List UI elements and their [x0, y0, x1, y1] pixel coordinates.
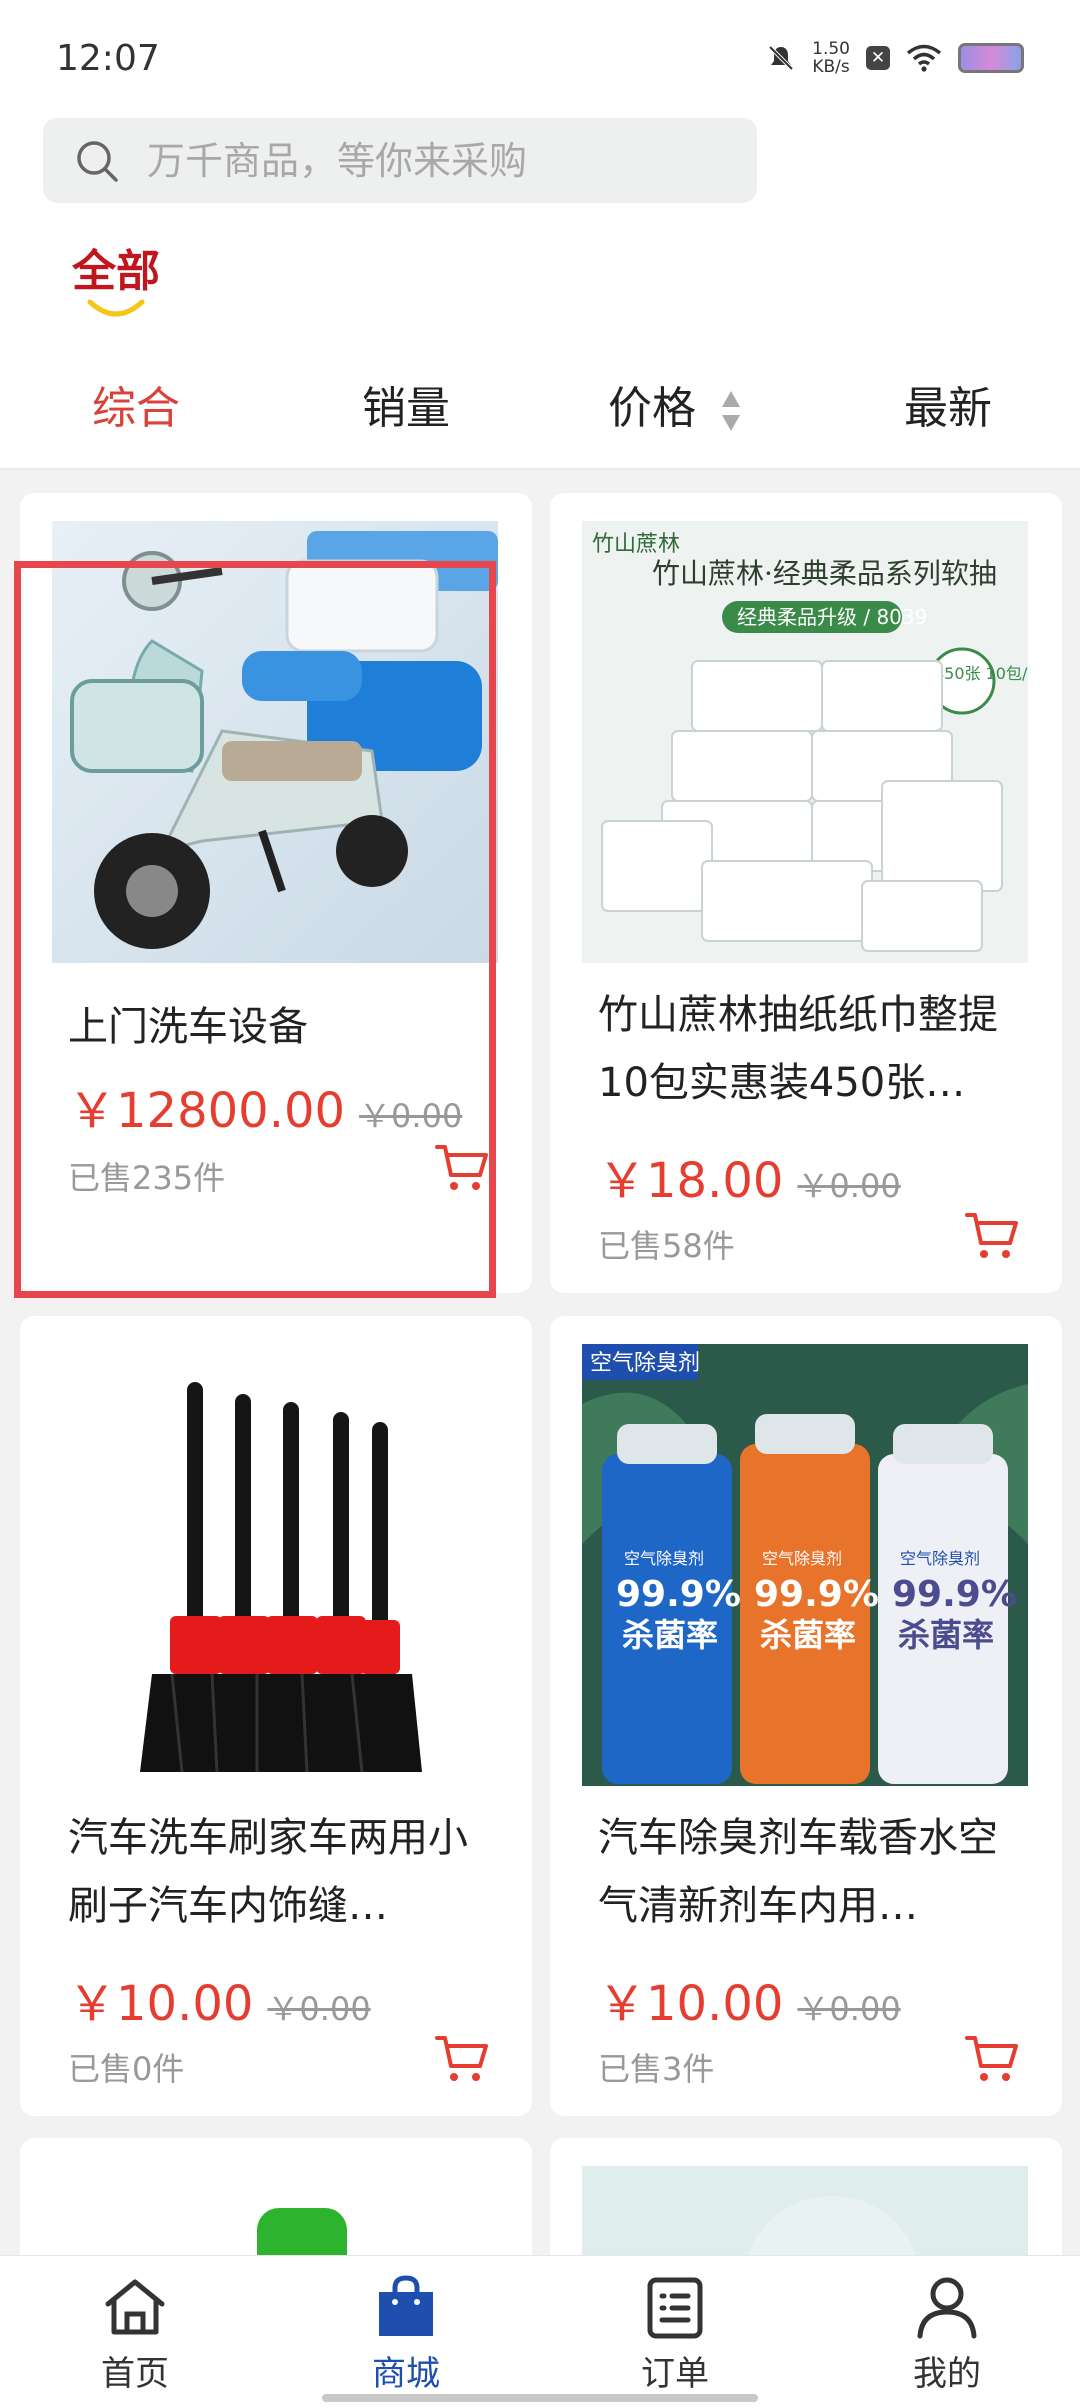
home-icon [105, 2279, 165, 2335]
nav-home-label: 首页 [101, 2354, 169, 2394]
sold-count: 已售3件 [598, 2050, 715, 2088]
highlight-box [14, 561, 496, 1298]
speed-value: 1.50 [812, 39, 850, 59]
speed-unit: KB/s [812, 57, 850, 77]
product-image [52, 1344, 498, 1786]
home-indicator[interactable] [322, 2394, 758, 2402]
sold-count: 已售0件 [68, 2050, 185, 2088]
category-underline [87, 299, 145, 317]
add-to-cart-icon[interactable] [434, 2032, 490, 2084]
original-price: ￥0.00 [797, 1990, 901, 2028]
product-title: 汽车除臭剂车载香水空气清新剂车内用… [598, 1815, 998, 1929]
sold-count: 已售58件 [598, 1227, 735, 1265]
nav-mall[interactable]: 商城 [336, 2274, 476, 2395]
price-row: ￥10.00 ￥0.00 [68, 1964, 371, 2034]
product-price: ￥18.00 [598, 1153, 784, 1209]
search-bar[interactable] [43, 118, 757, 203]
original-price: ￥0.00 [797, 1167, 901, 1205]
can-sub-text: 杀菌率 [898, 1616, 994, 1654]
add-to-cart-icon[interactable] [964, 1209, 1020, 1261]
can-label: 空气除臭剂 [900, 1549, 980, 1568]
product-title: 竹山蔗林抽纸纸巾整提10包实惠装450张… [598, 992, 998, 1106]
search-input[interactable] [147, 138, 707, 183]
product-price: ￥10.00 [598, 1976, 784, 2032]
sort-tab-newest[interactable]: 最新 [904, 372, 992, 436]
can-big-text: 99.9% [754, 1574, 879, 1615]
divider [0, 468, 1080, 470]
nav-profile-label: 我的 [913, 2354, 981, 2394]
can-sub-text: 杀菌率 [760, 1616, 856, 1654]
nav-home[interactable]: 首页 [65, 2274, 205, 2395]
category-tab-all[interactable]: 全部 [72, 235, 160, 299]
product-image: 竹山蔗林 竹山蔗林·经典柔品系列软抽 经典柔品升级 / 8039 450张 10… [582, 521, 1028, 963]
network-speed: 1.50 KB/s [812, 40, 850, 76]
can-label: 空气除臭剂 [762, 1549, 842, 1568]
status-time: 12:07 [56, 38, 160, 79]
product-image: 空气除臭剂 空气除臭剂 99.9% 杀菌率 空气除臭剂 99.9% 杀菌率 空气… [582, 1344, 1028, 1786]
image-brand-text: 竹山蔗林 [592, 532, 680, 557]
product-title: 汽车洗车刷家车两用小刷子汽车内饰缝… [68, 1815, 468, 1929]
image-badge-text: 经典柔品升级 / 8039 [737, 605, 927, 629]
sort-tab-sales[interactable]: 销量 [362, 372, 450, 436]
can-label: 空气除臭剂 [624, 1549, 704, 1568]
sort-arrows-icon [722, 391, 740, 431]
status-bar: 12:07 1.50 KB/s ✕ [0, 0, 1080, 110]
battery-icon [958, 43, 1024, 73]
can-big-text: 99.9% [892, 1574, 1017, 1615]
original-price: ￥0.00 [267, 1990, 371, 2028]
product-card[interactable]: 汽车洗车刷家车两用小刷子汽车内饰缝… ￥10.00 ￥0.00 已售0件 [20, 1316, 532, 2116]
sort-bar: 综合 销量 价格 最新 [0, 372, 1080, 452]
image-count-text: 450张 10包/提 [934, 664, 1028, 683]
sort-tab-price[interactable]: 价格 [608, 372, 742, 436]
status-icons: 1.50 KB/s ✕ [766, 40, 1024, 76]
notification-x-icon: ✕ [866, 46, 890, 70]
wifi-icon [906, 44, 942, 72]
nav-mall-label: 商城 [372, 2354, 440, 2394]
sort-tab-price-label: 价格 [608, 383, 696, 434]
image-tag-text: 空气除臭剂 [590, 1351, 700, 1376]
sort-tab-comprehensive[interactable]: 综合 [92, 372, 180, 436]
nav-profile[interactable]: 我的 [877, 2274, 1017, 2395]
mute-icon [768, 45, 794, 71]
shopping-bag-icon [379, 2275, 433, 2336]
image-headline-text: 竹山蔗林·经典柔品系列软抽 [652, 557, 997, 590]
price-row: ￥18.00 ￥0.00 [598, 1141, 901, 1211]
product-price: ￥10.00 [68, 1976, 254, 2032]
nav-orders[interactable]: 订单 [605, 2274, 745, 2395]
user-icon [917, 2277, 977, 2339]
nav-orders-label: 订单 [641, 2354, 709, 2394]
product-card[interactable]: 竹山蔗林 竹山蔗林·经典柔品系列软抽 经典柔品升级 / 8039 450张 10… [550, 493, 1062, 1293]
add-to-cart-icon[interactable] [964, 2032, 1020, 2084]
search-icon [77, 140, 118, 182]
can-sub-text: 杀菌率 [622, 1616, 718, 1654]
order-icon [647, 2277, 703, 2339]
bottom-nav: 首页 商城 订单 我的 [0, 2255, 1080, 2408]
price-row: ￥10.00 ￥0.00 [598, 1964, 901, 2034]
product-card[interactable]: 空气除臭剂 空气除臭剂 99.9% 杀菌率 空气除臭剂 99.9% 杀菌率 空气… [550, 1316, 1062, 2116]
can-big-text: 99.9% [616, 1574, 741, 1615]
